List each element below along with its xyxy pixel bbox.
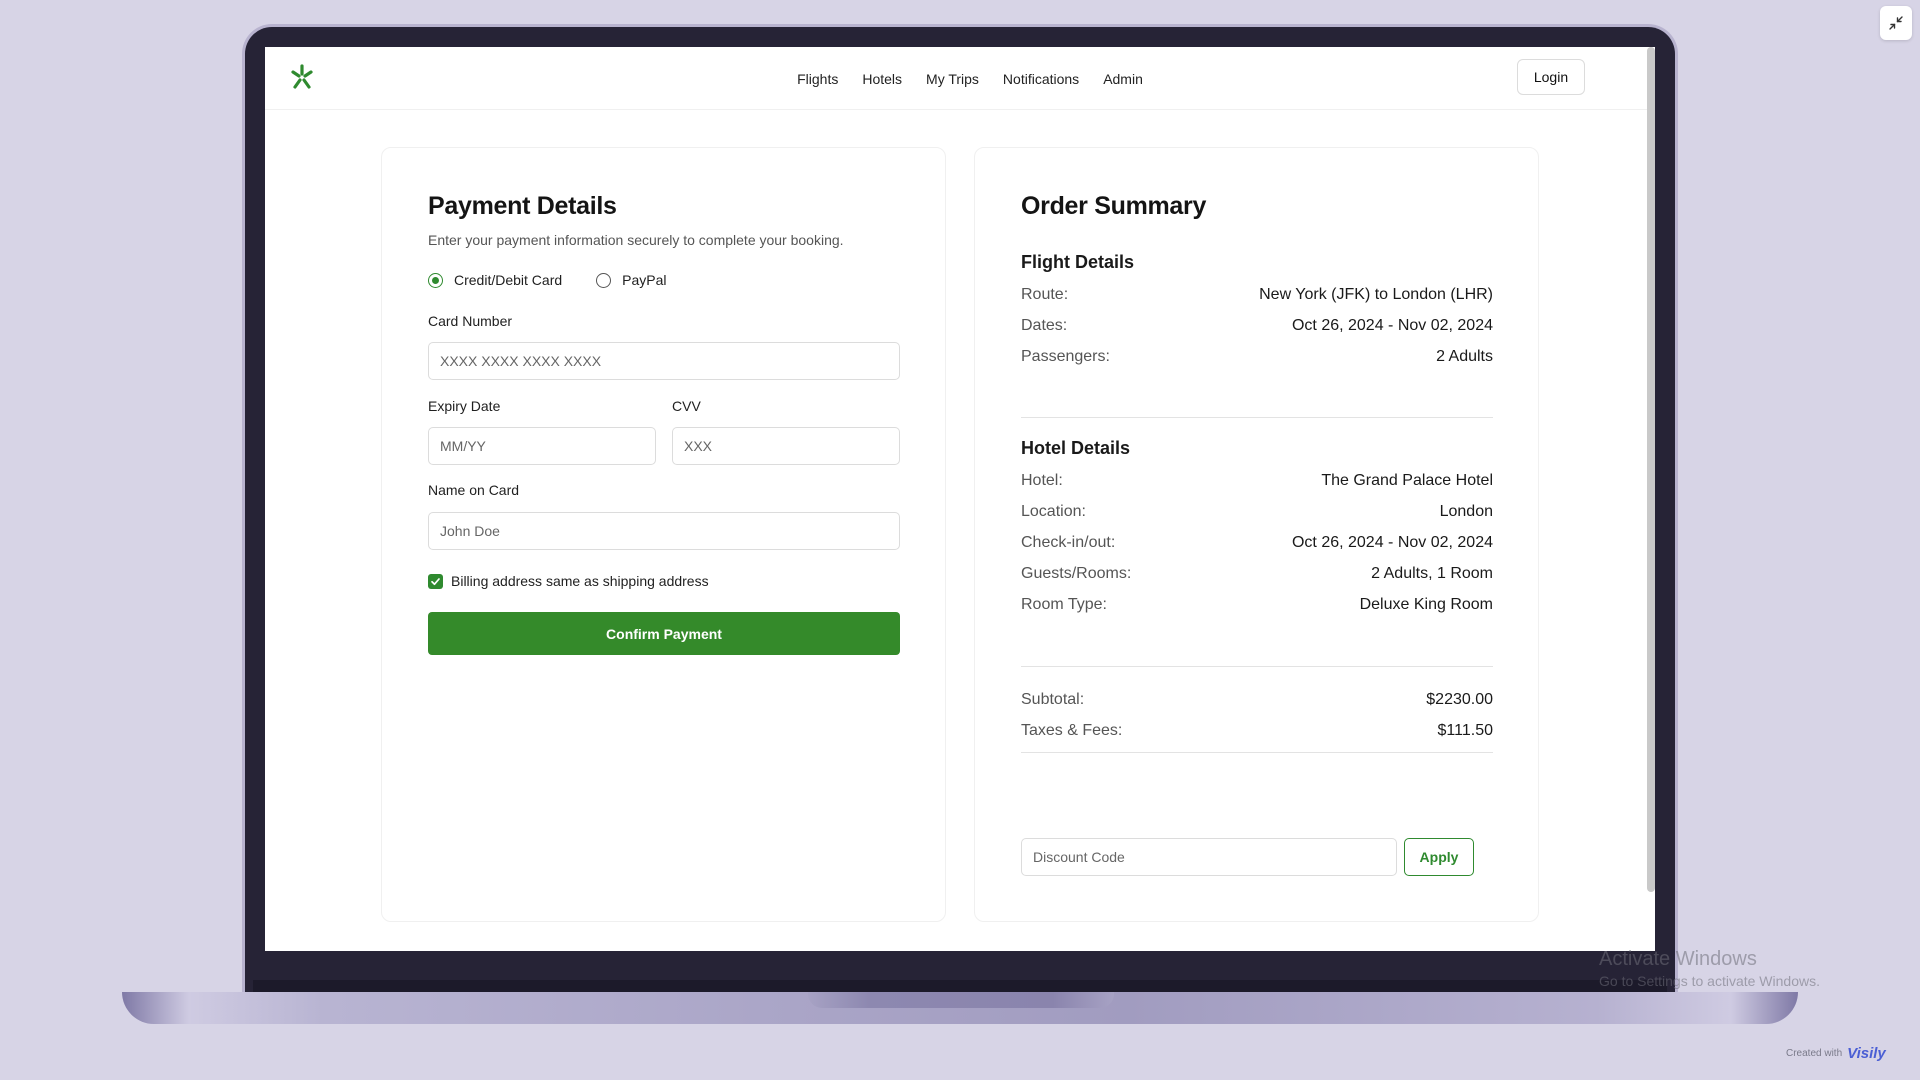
watermark-subtitle: Go to Settings to activate Windows.: [1599, 973, 1820, 989]
flight-route-row: Route: New York (JFK) to London (LHR): [1021, 286, 1493, 304]
payment-title: Payment Details: [428, 192, 617, 220]
laptop-bezel-band: [253, 980, 1667, 992]
payment-method-card-label: Credit/Debit Card: [454, 272, 563, 288]
nav-my-trips[interactable]: My Trips: [926, 71, 979, 87]
order-summary-title: Order Summary: [1021, 192, 1207, 220]
created-with-credit: Created with Visily: [1786, 1045, 1886, 1062]
divider-totals: [1021, 752, 1493, 753]
apply-discount-button[interactable]: Apply: [1404, 838, 1474, 876]
windows-activation-watermark: Activate Windows Go to Settings to activ…: [1599, 947, 1820, 991]
nav-notifications[interactable]: Notifications: [1003, 71, 1079, 87]
name-on-card-label: Name on Card: [428, 482, 520, 498]
payment-details-card: Payment Details Enter your payment infor…: [381, 147, 946, 922]
taxes-row: Taxes & Fees: $111.50: [1021, 722, 1493, 740]
hotel-location-key: Location:: [1021, 503, 1086, 520]
app-screen: Flights Hotels My Trips Notifications Ad…: [265, 47, 1655, 951]
hotel-name-row: Hotel: The Grand Palace Hotel: [1021, 472, 1493, 490]
payment-subtitle: Enter your payment information securely …: [428, 232, 844, 248]
card-number-input[interactable]: [428, 342, 900, 380]
name-on-card-input[interactable]: [428, 512, 900, 550]
hotel-room-type-key: Room Type:: [1021, 596, 1107, 613]
flight-passengers-value: 2 Adults: [1436, 348, 1493, 365]
hotel-location-row: Location: London: [1021, 503, 1493, 521]
watermark-title: Activate Windows: [1599, 948, 1757, 970]
cvv-input[interactable]: [672, 427, 900, 465]
flight-dates-row: Dates: Oct 26, 2024 - Nov 02, 2024: [1021, 317, 1493, 335]
check-icon: [431, 577, 440, 585]
subtotal-value: $2230.00: [1426, 691, 1493, 708]
hotel-location-value: London: [1439, 503, 1493, 520]
visily-logo: Visily: [1847, 1045, 1886, 1062]
top-header: Flights Hotels My Trips Notifications Ad…: [265, 47, 1655, 110]
divider-flight-hotel: [1021, 417, 1493, 418]
subtotal-row: Subtotal: $2230.00: [1021, 691, 1493, 709]
flight-dates-key: Dates:: [1021, 317, 1068, 334]
flight-passengers-key: Passengers:: [1021, 348, 1110, 365]
flight-route-key: Route:: [1021, 286, 1069, 303]
billing-same-label: Billing address same as shipping address: [451, 573, 709, 589]
minimize-arrows-icon: [1889, 16, 1903, 30]
payment-method-group: Credit/Debit Card PayPal: [428, 272, 701, 288]
hotel-name-key: Hotel:: [1021, 472, 1063, 489]
billing-same-checkbox-row[interactable]: Billing address same as shipping address: [428, 573, 709, 589]
expiry-date-label: Expiry Date: [428, 398, 501, 414]
page-scrollbar[interactable]: [1647, 47, 1655, 892]
confirm-payment-button[interactable]: Confirm Payment: [428, 612, 900, 655]
credit-text: Created with: [1786, 1048, 1843, 1059]
hotel-checkin-key: Check-in/out:: [1021, 534, 1116, 551]
hotel-room-type-row: Room Type: Deluxe King Room: [1021, 596, 1493, 614]
hotel-checkin-row: Check-in/out: Oct 26, 2024 - Nov 02, 202…: [1021, 534, 1493, 552]
hotel-details-title: Hotel Details: [1021, 438, 1131, 458]
main-nav: Flights Hotels My Trips Notifications Ad…: [265, 47, 1655, 110]
flight-passengers-row: Passengers: 2 Adults: [1021, 348, 1493, 366]
flight-route-value: New York (JFK) to London (LHR): [1259, 286, 1493, 303]
payment-method-paypal-label: PayPal: [622, 272, 667, 288]
nav-admin[interactable]: Admin: [1103, 71, 1143, 87]
taxes-key: Taxes & Fees:: [1021, 722, 1123, 739]
collapse-icon[interactable]: [1880, 6, 1912, 40]
payment-method-paypal[interactable]: PayPal: [596, 272, 667, 288]
taxes-value: $111.50: [1437, 722, 1493, 739]
discount-code-input[interactable]: [1021, 838, 1397, 876]
hotel-guests-value: 2 Adults, 1 Room: [1371, 565, 1493, 582]
cvv-label: CVV: [672, 398, 701, 414]
billing-same-checkbox[interactable]: [428, 573, 443, 589]
card-number-label: Card Number: [428, 313, 513, 329]
expiry-date-input[interactable]: [428, 427, 656, 465]
login-button[interactable]: Login: [1517, 59, 1585, 95]
hotel-room-type-value: Deluxe King Room: [1359, 596, 1493, 613]
laptop-notch: [808, 992, 1114, 1008]
nav-flights[interactable]: Flights: [797, 71, 838, 87]
hotel-checkin-value: Oct 26, 2024 - Nov 02, 2024: [1291, 534, 1493, 551]
radio-paypal[interactable]: [596, 272, 612, 288]
flight-dates-value: Oct 26, 2024 - Nov 02, 2024: [1291, 317, 1493, 334]
payment-method-card[interactable]: Credit/Debit Card: [428, 272, 562, 288]
subtotal-key: Subtotal:: [1021, 691, 1085, 708]
hotel-guests-row: Guests/Rooms: 2 Adults, 1 Room: [1021, 565, 1493, 583]
radio-card[interactable]: [428, 272, 443, 288]
flight-details-title: Flight Details: [1021, 252, 1135, 272]
nav-hotels[interactable]: Hotels: [862, 71, 902, 87]
divider-hotel-totals: [1021, 666, 1493, 667]
order-summary-card: Order Summary Flight Details Route: New …: [974, 147, 1539, 922]
hotel-guests-key: Guests/Rooms:: [1021, 565, 1132, 582]
hotel-name-value: The Grand Palace Hotel: [1321, 472, 1493, 489]
